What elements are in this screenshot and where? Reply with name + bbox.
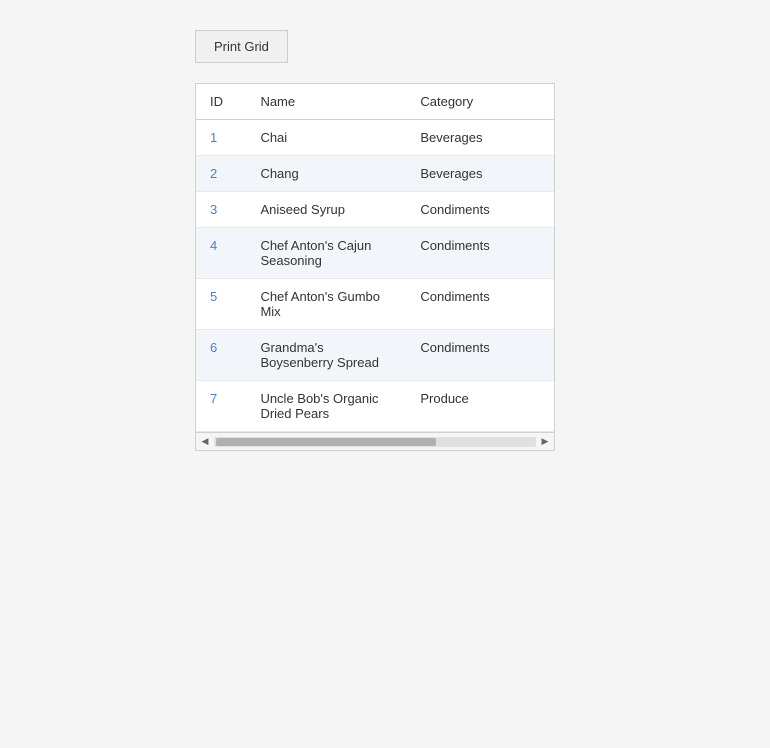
cell-id: 2 bbox=[196, 156, 246, 192]
scroll-right-arrow[interactable]: ▶ bbox=[538, 435, 552, 449]
horizontal-scrollbar[interactable]: ◀ ▶ bbox=[196, 432, 554, 450]
scroll-left-arrow[interactable]: ◀ bbox=[198, 435, 212, 449]
cell-id: 6 bbox=[196, 330, 246, 381]
cell-id: 3 bbox=[196, 192, 246, 228]
table-row: 6Grandma's Boysenberry SpreadCondiments bbox=[196, 330, 554, 381]
cell-name: Uncle Bob's Organic Dried Pears bbox=[246, 381, 406, 432]
cell-id: 5 bbox=[196, 279, 246, 330]
cell-name: Chef Anton's Cajun Seasoning bbox=[246, 228, 406, 279]
cell-category: Condiments bbox=[406, 228, 554, 279]
cell-name: Chai bbox=[246, 120, 406, 156]
main-container: Print Grid ID Name Category 1ChaiBeverag… bbox=[185, 30, 565, 451]
cell-id: 1 bbox=[196, 120, 246, 156]
col-header-category: Category bbox=[406, 84, 554, 120]
cell-name: Chang bbox=[246, 156, 406, 192]
scroll-thumb bbox=[216, 438, 436, 446]
cell-name: Aniseed Syrup bbox=[246, 192, 406, 228]
cell-name: Chef Anton's Gumbo Mix bbox=[246, 279, 406, 330]
cell-id: 4 bbox=[196, 228, 246, 279]
table-row: 3Aniseed SyrupCondiments bbox=[196, 192, 554, 228]
cell-category: Condiments bbox=[406, 279, 554, 330]
scroll-track bbox=[214, 437, 536, 447]
cell-name: Grandma's Boysenberry Spread bbox=[246, 330, 406, 381]
cell-category: Beverages bbox=[406, 120, 554, 156]
col-header-id: ID bbox=[196, 84, 246, 120]
table-row: 2ChangBeverages bbox=[196, 156, 554, 192]
print-grid-button[interactable]: Print Grid bbox=[195, 30, 288, 63]
col-header-name: Name bbox=[246, 84, 406, 120]
table-row: 5Chef Anton's Gumbo MixCondiments bbox=[196, 279, 554, 330]
cell-category: Condiments bbox=[406, 330, 554, 381]
table-row: 4Chef Anton's Cajun SeasoningCondiments bbox=[196, 228, 554, 279]
table-header-row: ID Name Category bbox=[196, 84, 554, 120]
cell-category: Beverages bbox=[406, 156, 554, 192]
table-row: 7Uncle Bob's Organic Dried PearsProduce bbox=[196, 381, 554, 432]
cell-category: Condiments bbox=[406, 192, 554, 228]
data-grid: ID Name Category 1ChaiBeverages2ChangBev… bbox=[195, 83, 555, 451]
cell-id: 7 bbox=[196, 381, 246, 432]
product-table: ID Name Category 1ChaiBeverages2ChangBev… bbox=[196, 84, 554, 432]
grid-scroll-area[interactable]: ID Name Category 1ChaiBeverages2ChangBev… bbox=[196, 84, 554, 432]
cell-category: Produce bbox=[406, 381, 554, 432]
table-row: 1ChaiBeverages bbox=[196, 120, 554, 156]
